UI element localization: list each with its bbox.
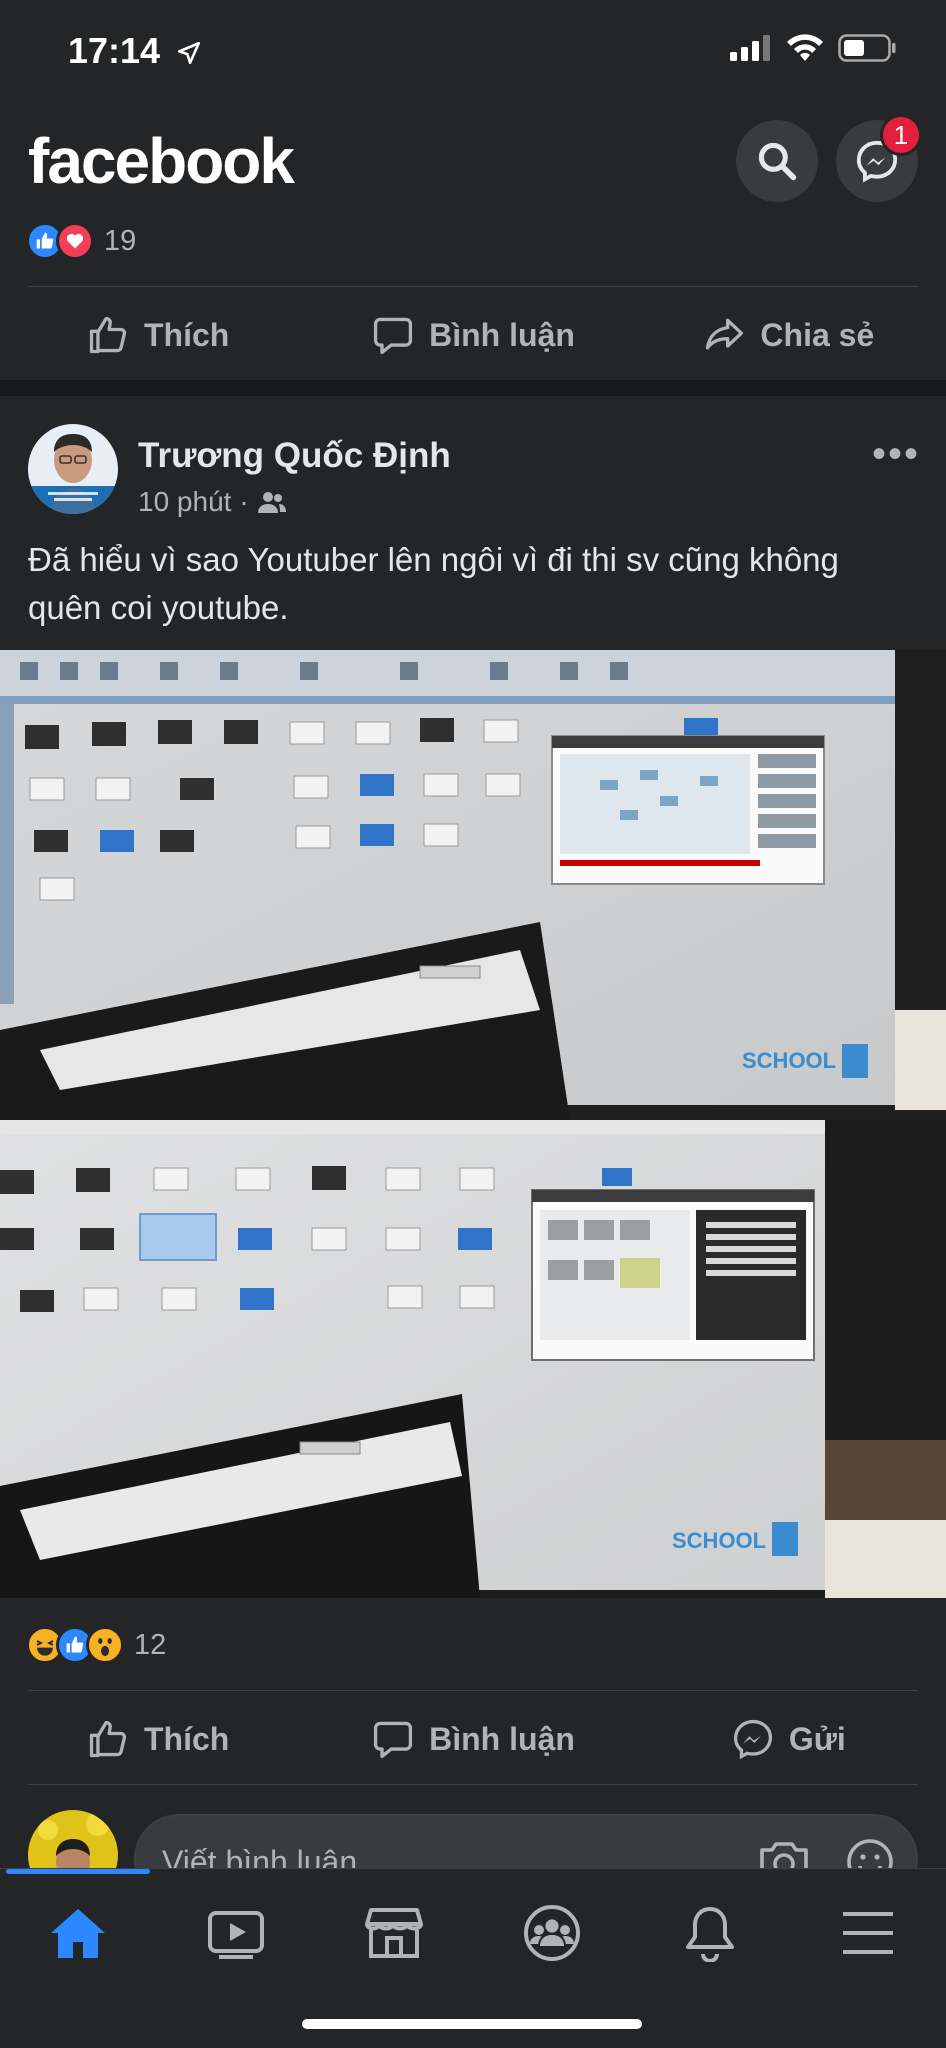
send-button[interactable]: Gửi [631,1694,946,1784]
search-icon [758,142,797,181]
tab-menu[interactable] [818,1893,918,1973]
post-photo[interactable]: SCHOOL SCHOOL [0,650,946,1598]
friends-audience-icon [257,492,286,513]
active-tab-indicator [6,1869,150,1874]
status-icons [730,34,896,62]
tab-home[interactable] [28,1893,128,1973]
like-button[interactable]: Thích [0,1694,315,1784]
prev-reaction-count: 19 [104,224,137,257]
wifi-icon [787,34,823,61]
location-arrow-icon [178,42,201,65]
prev-post-reactions[interactable]: 19 [26,222,136,260]
signal-icon [730,35,770,61]
author-avatar[interactable] [28,424,118,514]
post-actions: Thích Bình luận Gửi [0,1694,946,1784]
messenger-badge: 1 [880,114,922,156]
divider [28,1690,918,1691]
prev-post-actions: Thích Bình luận Chia sẻ [0,290,946,380]
post-meta: 10 phút · [138,486,287,518]
comment-icon [374,317,413,355]
like-label: Thích [144,1720,230,1757]
facebook-logo[interactable]: facebook [28,124,295,198]
send-label: Gửi [788,1720,846,1757]
love-reaction-icon [56,222,94,260]
search-button[interactable] [736,120,818,202]
more-options-icon[interactable]: ••• [872,432,920,477]
share-arrow-icon [706,318,744,350]
status-time: 17:14 [68,30,202,72]
divider [28,286,918,287]
post-separator [0,380,946,396]
thumbs-up-icon [89,316,127,354]
meta-separator: · [239,486,249,517]
wow-reaction-icon [86,1626,124,1664]
comment-label: Bình luận [429,316,575,353]
home-icon [51,1909,105,1958]
post-reactions[interactable]: 12 [26,1626,166,1664]
messenger-send-icon [733,1719,772,1760]
post-text: Đã hiểu vì sao Youtuber lên ngôi vì đi t… [28,541,839,626]
tab-marketplace[interactable] [344,1893,444,1973]
author-photo [28,424,118,514]
author-name[interactable]: Trương Quốc Định [138,436,451,476]
tab-groups[interactable] [502,1893,602,1973]
divider [28,1784,918,1785]
groups-icon [524,1905,580,1961]
tab-watch[interactable] [186,1893,286,1973]
post-time[interactable]: 10 phút [138,486,231,518]
app-header: facebook 1 [0,104,946,216]
comment-label: Bình luận [429,1720,575,1757]
hamburger-menu-icon [843,1912,893,1954]
bell-icon [686,1907,734,1962]
like-label: Thích [144,316,230,353]
bottom-tab-bar [0,1868,946,2048]
screen-brand-text: SCHOOL [742,1048,836,1073]
screen-brand-text-2: SCHOOL [672,1528,766,1553]
reaction-count: 12 [134,1628,167,1661]
comment-icon [374,1721,413,1759]
video-icon [208,1911,264,1959]
comment-button[interactable]: Bình luận [315,1694,630,1784]
like-button[interactable]: Thích [0,290,315,380]
marketplace-store-icon [365,1908,423,1958]
share-label: Chia sẻ [760,316,875,353]
time-text: 17:14 [68,30,161,71]
messenger-button[interactable]: 1 [836,114,922,202]
home-indicator [302,2019,642,2029]
status-bar: 17:14 [0,0,946,104]
thumbs-up-icon [89,1720,127,1758]
classroom-screens-photo: SCHOOL SCHOOL [0,650,946,1598]
share-button[interactable]: Chia sẻ [631,290,946,380]
battery-icon [838,34,896,62]
comment-button[interactable]: Bình luận [315,290,630,380]
tab-notifications[interactable] [660,1893,760,1973]
